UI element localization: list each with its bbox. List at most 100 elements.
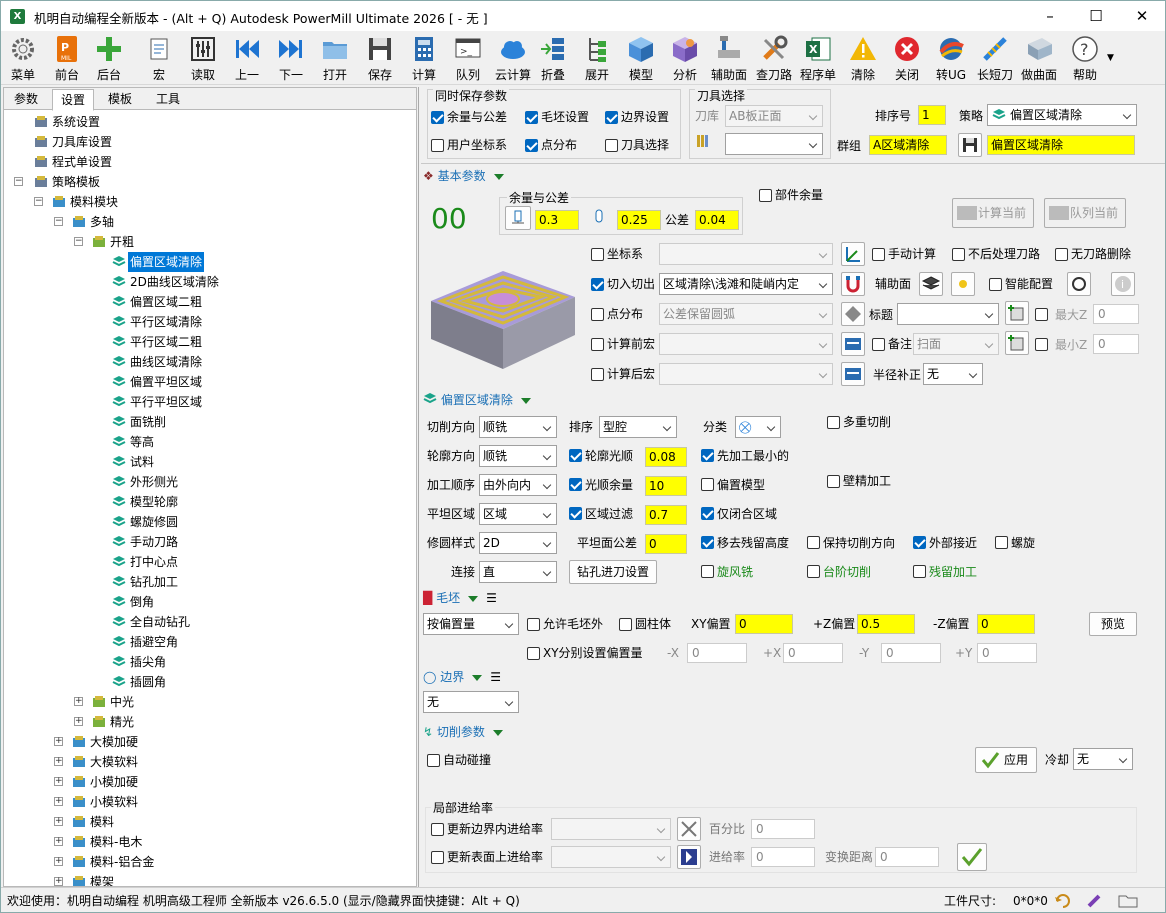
toolbar-button-3[interactable]: 宏: [138, 34, 180, 84]
tree-node[interactable]: + 中光: [4, 692, 404, 712]
tree-node[interactable]: 螺旋修圆: [4, 512, 404, 532]
toolbar-button-0[interactable]: 菜单: [2, 34, 44, 84]
link-dropdown[interactable]: 直: [479, 561, 557, 583]
basic-row-dropdown[interactable]: [659, 333, 833, 355]
toolbar-button-7[interactable]: 打开: [314, 34, 356, 84]
info-button[interactable]: i: [1111, 272, 1135, 296]
profile-dir-dropdown[interactable]: 顺铣: [479, 445, 557, 467]
toolbar-button-22[interactable]: 长短刀: [974, 34, 1016, 84]
wall-finish-checkbox[interactable]: [827, 475, 840, 488]
manual-calc-checkbox[interactable]: [872, 248, 885, 261]
collapse-icon[interactable]: −: [74, 237, 83, 246]
smooth-stock-input[interactable]: 10: [645, 476, 687, 496]
apply-button[interactable]: 应用: [975, 747, 1037, 773]
toolbar-button-16[interactable]: 辅助面: [708, 34, 750, 84]
tree-node[interactable]: 偏置平坦区域: [4, 372, 404, 392]
outer-approach-checkbox[interactable]: [913, 536, 926, 549]
stock-input[interactable]: 0.3: [535, 210, 579, 230]
smart-config-checkbox[interactable]: [989, 278, 1002, 291]
tree-node[interactable]: − 策略模板: [4, 172, 404, 192]
profile-smooth-checkbox[interactable]: [569, 449, 582, 462]
tab-tools[interactable]: 工具: [148, 89, 188, 110]
tree-node[interactable]: + 大模软料: [4, 752, 404, 772]
tree-node[interactable]: 曲线区域清除: [4, 352, 404, 372]
toolbar-button-18[interactable]: X 程序单: [797, 34, 839, 84]
save-option-checkbox[interactable]: [605, 111, 618, 124]
toolbar-button-24[interactable]: ? 帮助: [1064, 34, 1106, 84]
maxz-checkbox[interactable]: [1035, 308, 1048, 321]
close-window-button[interactable]: ✕: [1119, 1, 1165, 31]
toolbar-button-12[interactable]: 折叠: [532, 34, 574, 84]
feed-input[interactable]: 0: [751, 847, 815, 867]
save-name-button[interactable]: [958, 133, 982, 157]
tree-node[interactable]: 打中心点: [4, 552, 404, 572]
tree-node[interactable]: 程式单设置: [4, 152, 404, 172]
tree-node[interactable]: + 小模加硬: [4, 772, 404, 792]
tree-node[interactable]: 手动刀路: [4, 532, 404, 552]
tree-node[interactable]: 等高: [4, 432, 404, 452]
nz-offset-input[interactable]: 0: [977, 614, 1035, 634]
tree-node[interactable]: + 模料: [4, 812, 404, 832]
tab-params[interactable]: 参数: [6, 89, 46, 110]
toolbar-button-19[interactable]: 清除: [842, 34, 884, 84]
tree-node[interactable]: 偏置区域二粗: [4, 292, 404, 312]
tree-node[interactable]: 平行平坦区域: [4, 392, 404, 412]
toolbar-button-13[interactable]: 展开: [576, 34, 618, 84]
tree-node[interactable]: 系统设置: [4, 112, 404, 132]
expand-icon[interactable]: +: [54, 837, 63, 846]
boundary-feed-dropdown[interactable]: [551, 818, 671, 840]
tree-node[interactable]: + 精光: [4, 712, 404, 732]
note-dropdown[interactable]: 扫面: [913, 333, 999, 355]
region-filter-input[interactable]: 0.7: [645, 505, 687, 525]
rest-checkbox[interactable]: [913, 565, 926, 578]
note-icon[interactable]: [841, 332, 865, 356]
tol-input[interactable]: 0.04: [695, 210, 739, 230]
toolbar-button-1[interactable]: P MIL 前台: [46, 34, 88, 84]
fillet-dropdown[interactable]: 2D: [479, 532, 557, 554]
tree-node[interactable]: 试料: [4, 452, 404, 472]
toolbar-button-14[interactable]: 模型: [620, 34, 662, 84]
tree-node[interactable]: + 大模加硬: [4, 732, 404, 752]
expand-icon[interactable]: +: [54, 857, 63, 866]
toolbar-button-4[interactable]: 读取: [182, 34, 224, 84]
plus-x-input[interactable]: 0: [783, 643, 843, 663]
multi-cut-checkbox[interactable]: [827, 416, 840, 429]
spiral-checkbox[interactable]: [995, 536, 1008, 549]
expand-icon[interactable]: +: [74, 717, 83, 726]
toolbar-button-21[interactable]: 转UG: [930, 34, 972, 84]
toolbar-button-11[interactable]: 云计算: [492, 34, 534, 84]
first-small-checkbox[interactable]: [701, 449, 714, 462]
note-checkbox[interactable]: [872, 338, 885, 351]
basic-row-checkbox[interactable]: [591, 368, 604, 381]
toolbar-button-23[interactable]: 做曲面: [1018, 34, 1060, 84]
save-option-checkbox[interactable]: [431, 139, 444, 152]
boundary-dropdown[interactable]: 无: [423, 691, 519, 713]
remove-rest-checkbox[interactable]: [701, 536, 714, 549]
flat-dropdown[interactable]: 区域: [479, 503, 557, 525]
expand-icon[interactable]: +: [54, 797, 63, 806]
toolbar-button-15[interactable]: 分析: [664, 34, 706, 84]
coord-axis-button[interactable]: [841, 242, 865, 266]
toolbar-button-9[interactable]: 计算: [403, 34, 445, 84]
cylinder-checkbox[interactable]: [619, 618, 632, 631]
expand-icon[interactable]: +: [54, 737, 63, 746]
toolbar-button-10[interactable]: >_ 队列: [447, 34, 489, 84]
tree-node[interactable]: 插圆角: [4, 672, 404, 692]
folder-menu-icon[interactable]: [1117, 892, 1147, 910]
cutting-section-header[interactable]: ↯ 切削参数: [423, 723, 503, 740]
tree-node[interactable]: 倒角: [4, 592, 404, 612]
cut-dir-dropdown[interactable]: 顺铣: [479, 416, 557, 438]
tree-node[interactable]: 全自动钻孔: [4, 612, 404, 632]
toolbar-button-8[interactable]: 保存: [359, 34, 401, 84]
minus-x-input[interactable]: 0: [687, 643, 747, 663]
preview-button[interactable]: 预览: [1089, 612, 1137, 636]
collapse-icon[interactable]: −: [14, 177, 23, 186]
boundary-feed-checkbox[interactable]: [431, 823, 444, 836]
tree-node[interactable]: 插避空角: [4, 632, 404, 652]
offset-section-header[interactable]: 偏置区域清除: [423, 391, 531, 408]
stock-section-header[interactable]: █ 毛坯 ☰: [423, 589, 497, 606]
basic-row-dropdown[interactable]: 区域清除\浅滩和陡峭内定: [659, 273, 833, 295]
toolbar-button-6[interactable]: 下一: [270, 34, 312, 84]
allow-out-checkbox[interactable]: [527, 618, 540, 631]
tree-node[interactable]: − 多轴: [4, 212, 404, 232]
